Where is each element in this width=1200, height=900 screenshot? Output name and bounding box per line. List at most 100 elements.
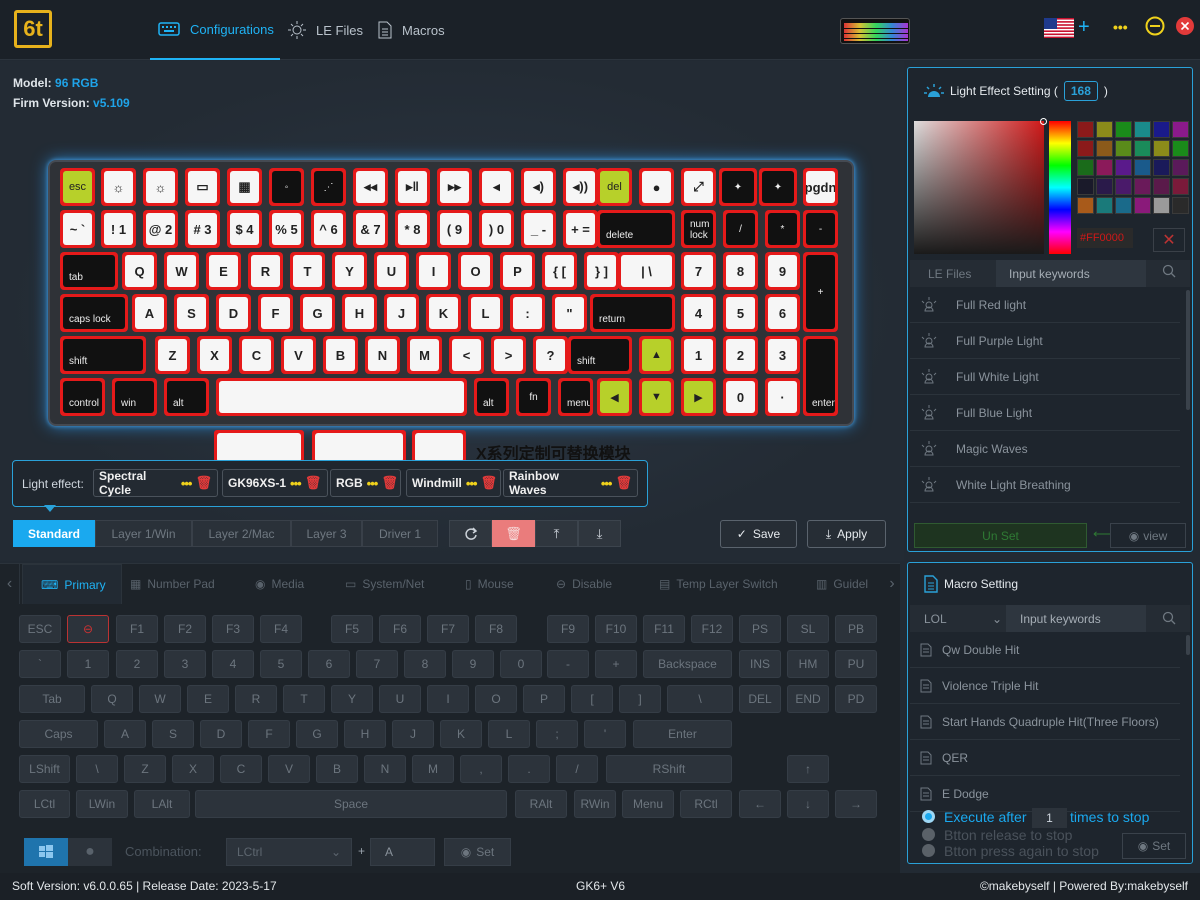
- effect-chip[interactable]: GK96XS-1 ••• 🗑: [222, 469, 328, 497]
- key-f8[interactable]: ▸‖: [395, 168, 430, 206]
- key-f1[interactable]: ☼: [101, 168, 136, 206]
- key-h[interactable]: H: [342, 294, 377, 332]
- picker-key[interactable]: PU: [835, 650, 877, 678]
- key-fn[interactable]: fn: [516, 378, 551, 416]
- picker-key[interactable]: RCtl: [680, 790, 732, 818]
- mac-os-button[interactable]: ●: [68, 838, 112, 866]
- key-f12[interactable]: ◂)): [563, 168, 598, 206]
- key-left[interactable]: ◀: [597, 378, 632, 416]
- color-swatch[interactable]: [1172, 178, 1189, 195]
- layer-tab[interactable]: Layer 1/Win: [95, 520, 192, 547]
- picker-key[interactable]: F7: [427, 615, 469, 643]
- light-effect-item[interactable]: Full Red light: [910, 287, 1180, 323]
- picker-key[interactable]: ]: [619, 685, 661, 713]
- key-num7[interactable]: 7: [681, 252, 716, 290]
- color-swatch[interactable]: [1077, 178, 1094, 195]
- export-button[interactable]: ⤒: [535, 520, 578, 547]
- radio-release[interactable]: [922, 828, 935, 841]
- picker-key[interactable]: RWin: [574, 790, 616, 818]
- color-swatch[interactable]: [1153, 159, 1170, 176]
- picker-key[interactable]: F8: [475, 615, 517, 643]
- trash-icon[interactable]: 🗑: [305, 475, 322, 491]
- picker-key[interactable]: N: [364, 755, 406, 783]
- macro-item[interactable]: Qw Double Hit: [910, 632, 1180, 668]
- picker-key[interactable]: SL: [787, 615, 829, 643]
- key-caps[interactable]: caps lock: [60, 294, 128, 332]
- macro-item[interactable]: Violence Triple Hit: [910, 668, 1180, 704]
- light-search-input[interactable]: Input keywords: [996, 260, 1146, 287]
- effect-chip[interactable]: Rainbow Waves ••• 🗑: [503, 469, 638, 497]
- picker-key[interactable]: ↓: [787, 790, 829, 818]
- more-icon[interactable]: •••: [181, 476, 193, 491]
- picker-key[interactable]: Menu: [622, 790, 674, 818]
- color-swatch[interactable]: [1096, 140, 1113, 157]
- key-f[interactable]: F: [258, 294, 293, 332]
- key-x[interactable]: X: [197, 336, 232, 374]
- picker-key[interactable]: DEL: [739, 685, 781, 713]
- picker-key[interactable]: LShift: [19, 755, 70, 783]
- key-enter[interactable]: return: [590, 294, 675, 332]
- macro-set-button[interactable]: ◉ Set: [1122, 833, 1186, 859]
- color-swatch[interactable]: [1115, 159, 1132, 176]
- hex-color-field[interactable]: #FF0000: [1077, 228, 1133, 248]
- key-numlock[interactable]: num lock: [681, 210, 716, 248]
- color-swatch[interactable]: [1134, 121, 1151, 138]
- picker-key[interactable]: Caps: [19, 720, 98, 748]
- key-f7[interactable]: ◂◂: [353, 168, 388, 206]
- light-effect-item[interactable]: Full White Light: [910, 359, 1180, 395]
- macro-search-input[interactable]: Input keywords: [1006, 605, 1146, 632]
- trash-icon[interactable]: 🗑: [195, 475, 212, 491]
- key-comma[interactable]: <: [449, 336, 484, 374]
- picker-key[interactable]: PD: [835, 685, 877, 713]
- key-m[interactable]: M: [407, 336, 442, 374]
- us-flag-icon[interactable]: [1044, 18, 1074, 38]
- key-8[interactable]: * 8: [395, 210, 430, 248]
- search-icon[interactable]: [1162, 611, 1176, 625]
- more-icon[interactable]: •••: [466, 476, 478, 491]
- picker-key[interactable]: F9: [547, 615, 589, 643]
- delete-button[interactable]: 🗑: [492, 520, 535, 547]
- picker-key[interactable]: `: [19, 650, 61, 678]
- key-v[interactable]: V: [281, 336, 316, 374]
- key-quote[interactable]: ": [552, 294, 587, 332]
- key-num8[interactable]: 8: [723, 252, 758, 290]
- scrollbar[interactable]: [1186, 635, 1190, 655]
- more-icon[interactable]: •••: [367, 476, 379, 491]
- color-swatch[interactable]: [1077, 159, 1094, 176]
- function-tab[interactable]: ▤ Temp Layer Switch: [659, 564, 778, 604]
- key-d[interactable]: D: [216, 294, 251, 332]
- key-down[interactable]: ▼: [639, 378, 674, 416]
- more-icon[interactable]: •••: [601, 476, 613, 491]
- more-icon[interactable]: •••: [1113, 17, 1128, 37]
- picker-key[interactable]: 3: [164, 650, 206, 678]
- function-tab[interactable]: ▥ Guidel: [816, 564, 868, 604]
- picker-key[interactable]: 8: [404, 650, 446, 678]
- color-swatch[interactable]: [1077, 121, 1094, 138]
- unset-button[interactable]: Un Set: [914, 523, 1087, 548]
- color-swatch[interactable]: [1096, 197, 1113, 214]
- picker-key[interactable]: E: [187, 685, 229, 713]
- macro-item[interactable]: E Dodge: [910, 776, 1180, 812]
- key-c[interactable]: C: [239, 336, 274, 374]
- apply-button[interactable]: ⤓ Apply: [807, 520, 886, 548]
- color-swatch[interactable]: [1153, 140, 1170, 157]
- picker-key[interactable]: O: [475, 685, 517, 713]
- key-lalt[interactable]: alt: [164, 378, 209, 416]
- key-sl[interactable]: ⤢: [681, 168, 716, 206]
- picker-key[interactable]: 1: [67, 650, 109, 678]
- refresh-button[interactable]: [449, 520, 492, 547]
- add-icon[interactable]: +: [1078, 17, 1090, 37]
- eyedropper-icon[interactable]: ✕: [1153, 228, 1185, 252]
- key-y[interactable]: Y: [332, 252, 367, 290]
- key-w[interactable]: W: [164, 252, 199, 290]
- key-r[interactable]: R: [248, 252, 283, 290]
- key-num1[interactable]: 1: [681, 336, 716, 374]
- key-f10[interactable]: ◂: [479, 168, 514, 206]
- key-menu[interactable]: menu: [558, 378, 593, 416]
- color-swatch[interactable]: [1172, 121, 1189, 138]
- picker-key[interactable]: RAlt: [515, 790, 567, 818]
- picker-key[interactable]: 9: [452, 650, 494, 678]
- picker-key[interactable]: +: [595, 650, 637, 678]
- picker-key[interactable]: J: [392, 720, 434, 748]
- key-num9[interactable]: 9: [765, 252, 800, 290]
